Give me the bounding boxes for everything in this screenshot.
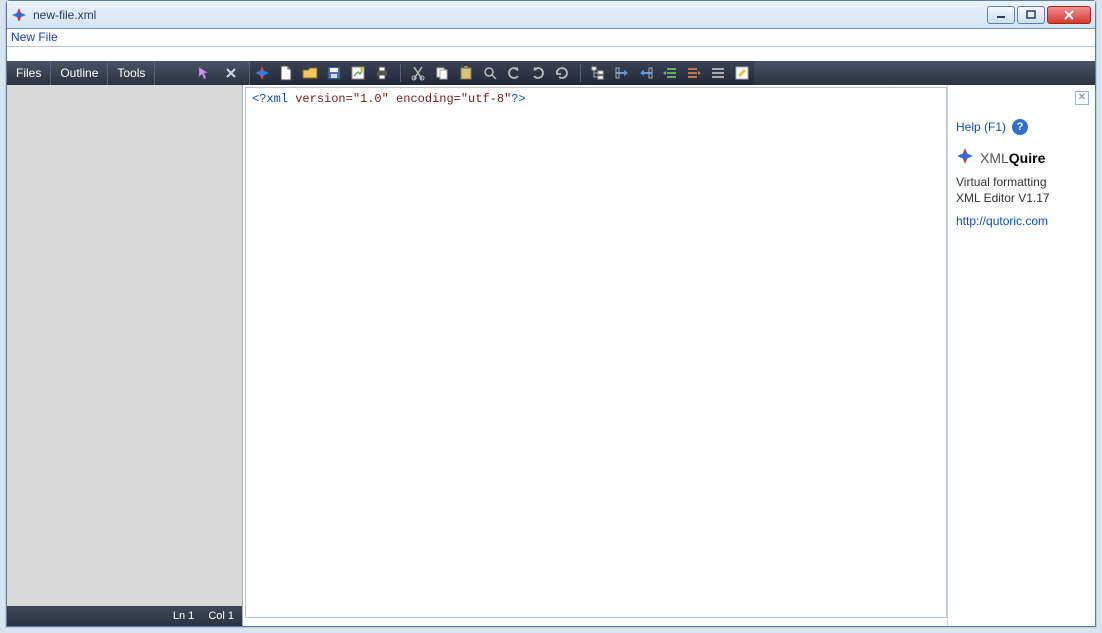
- expand-icon[interactable]: [635, 62, 657, 84]
- left-panel: Ln 1 Col 1: [7, 85, 243, 626]
- toolbar-row: Files Outline Tools: [7, 61, 1095, 85]
- editor-wrap: <?xml version="1.0" encoding="utf-8"?> ✕…: [243, 85, 1095, 626]
- save-as-icon[interactable]: [347, 62, 369, 84]
- xml-pi-open: <?xml: [252, 92, 288, 106]
- save-icon[interactable]: [323, 62, 345, 84]
- help-icon: ?: [1012, 119, 1028, 135]
- copy-icon[interactable]: [431, 62, 453, 84]
- cut-icon[interactable]: [407, 62, 429, 84]
- status-col: Col 1: [208, 610, 234, 622]
- collapse-icon[interactable]: [611, 62, 633, 84]
- xml-pi-close: ?>: [511, 92, 525, 106]
- app-icon: [11, 7, 27, 23]
- titlebar: new-file.xml: [7, 1, 1095, 29]
- outdent-icon[interactable]: [659, 62, 681, 84]
- open-file-icon[interactable]: [299, 62, 321, 84]
- menu-outline[interactable]: Outline: [51, 61, 108, 85]
- help-link[interactable]: Help (F1) ?: [956, 119, 1087, 135]
- body: Ln 1 Col 1 <?xml version="1.0" encoding=…: [7, 85, 1095, 626]
- close-button[interactable]: [1047, 6, 1091, 24]
- xml-attr-version: version=: [288, 92, 353, 106]
- separator-icon: [395, 62, 405, 84]
- brand-logo-icon: [956, 147, 974, 168]
- brand-text-a: XML: [980, 150, 1009, 166]
- xml-val-encoding: "utf-8": [461, 92, 511, 106]
- right-panel: ✕ Help (F1) ? XMLQuire Virtual formattin…: [947, 85, 1095, 626]
- help-label: Help (F1): [956, 120, 1006, 134]
- menubar: Files Outline Tools: [7, 61, 155, 85]
- desc-line-2: XML Editor V1.17: [956, 190, 1087, 206]
- print-icon[interactable]: [371, 62, 393, 84]
- statusbar: Ln 1 Col 1: [7, 606, 242, 626]
- vendor-url-link[interactable]: http://qutoric.com: [956, 214, 1087, 228]
- app-window: new-file.xml New File Files Outline Tool…: [6, 0, 1096, 627]
- code-editor[interactable]: <?xml version="1.0" encoding="utf-8"?>: [245, 87, 947, 618]
- menu-files-label: Files: [16, 66, 41, 80]
- indent-icon[interactable]: [683, 62, 705, 84]
- paste-icon[interactable]: [455, 62, 477, 84]
- main-toolbar: [249, 61, 754, 85]
- window-controls: [987, 6, 1091, 24]
- align-icon[interactable]: [707, 62, 729, 84]
- menu-files[interactable]: Files: [7, 61, 51, 85]
- find-icon[interactable]: [479, 62, 501, 84]
- brand: XMLQuire: [956, 147, 1087, 168]
- refresh-icon[interactable]: [551, 62, 573, 84]
- product-desc: Virtual formatting XML Editor V1.17: [956, 174, 1087, 206]
- separator-icon: [575, 62, 585, 84]
- mouse-icon[interactable]: [192, 62, 214, 84]
- xml-val-version: "1.0": [353, 92, 389, 106]
- new-file-icon[interactable]: [275, 62, 297, 84]
- desc-line-1: Virtual formatting: [956, 174, 1087, 190]
- panel-control-icons: [185, 61, 249, 85]
- left-panel-content: [7, 85, 242, 606]
- maximize-button[interactable]: [1017, 6, 1045, 24]
- undo-icon[interactable]: [503, 62, 525, 84]
- brand-text-b: Quire: [1009, 150, 1046, 166]
- document-tab[interactable]: New File: [7, 29, 1095, 47]
- menu-outline-label: Outline: [60, 66, 98, 80]
- menu-tools-label: Tools: [117, 66, 145, 80]
- status-line: Ln 1: [173, 610, 194, 622]
- xml-attr-encoding: encoding=: [389, 92, 461, 106]
- highlight-icon[interactable]: [731, 62, 753, 84]
- minimize-button[interactable]: [987, 6, 1015, 24]
- spacer: [7, 47, 1095, 61]
- window-title: new-file.xml: [33, 8, 987, 22]
- menu-tools[interactable]: Tools: [108, 61, 155, 85]
- close-panel-icon[interactable]: [220, 62, 242, 84]
- close-icon: ✕: [1078, 93, 1086, 103]
- app-logo-icon[interactable]: [251, 62, 273, 84]
- vendor-url-text: http://qutoric.com: [956, 214, 1048, 228]
- redo-icon[interactable]: [527, 62, 549, 84]
- tree-icon[interactable]: [587, 62, 609, 84]
- close-side-panel-button[interactable]: ✕: [1075, 91, 1089, 105]
- document-tab-label: New File: [11, 30, 58, 44]
